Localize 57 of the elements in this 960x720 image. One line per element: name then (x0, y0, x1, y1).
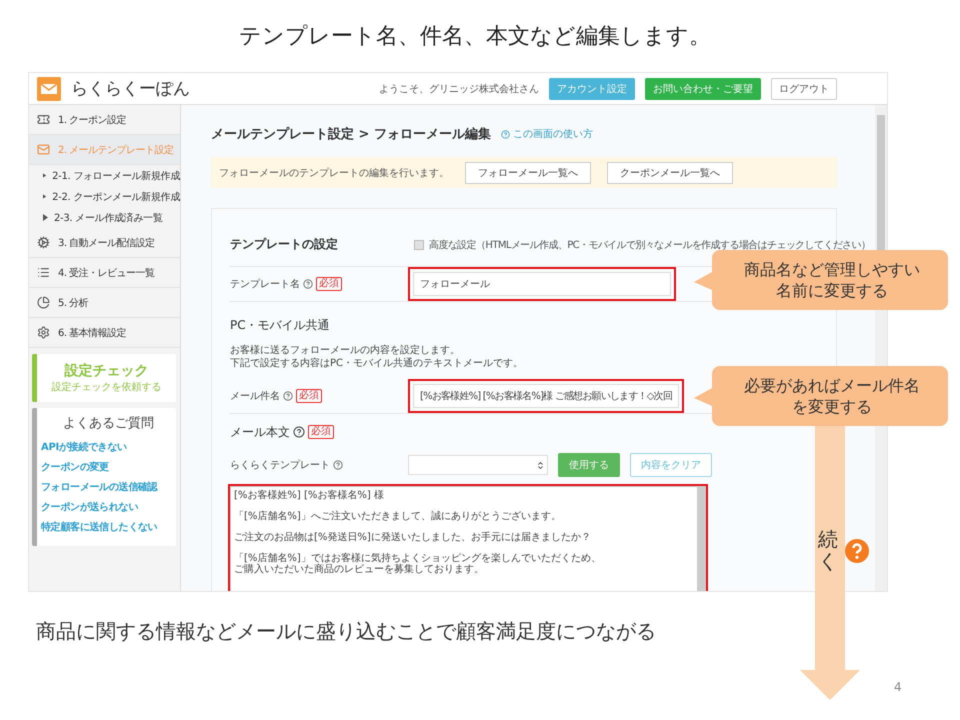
help-icon (333, 460, 343, 470)
logo-icon (37, 76, 61, 100)
mail-icon (37, 143, 50, 156)
sidebar-item[interactable]: 5. 分析 (29, 288, 180, 318)
notice-text: フォローメールのテンプレートの編集を行います。 (219, 166, 449, 180)
caret-icon (43, 214, 48, 221)
slide-caption: 商品に関する情報などメールに盛り込むことで顧客満足度につながる (35, 618, 657, 645)
checkbox-label: 高度な設定（HTMLメール作成、PC・モバイルで別々なメールを作成する場合はチェックしてください） (429, 238, 870, 252)
welcome-text: ようこそ、グリニッジ株式会社さん (379, 82, 539, 96)
description-text: 下記で設定する内容はPC・モバイル共通のテキストメールです。 (230, 357, 524, 370)
page-title: メールテンプレート設定 > フォローメール編集 (211, 126, 491, 143)
ticket-icon (37, 113, 50, 126)
template-select[interactable] (408, 455, 548, 475)
checkbox[interactable] (414, 240, 424, 250)
message-field[interactable]: [%お客様姓%] [%お客様名%] 様 「[%店舗名%]」へご注文いただきまして、誠にありがとうございます。 ご注文のお品物は[%発送日%]に発送いたしました、お手元には届きましたか？ 「[%店舗名%]」ではお客様に気持ちよくショッピングを楽しんでいただくため、 ご購入いただいた商品のレビューを募集しております。 (230, 486, 706, 591)
faq-title: よくあるご質問 (63, 415, 154, 432)
logo-text: らくらくーぽん (71, 78, 190, 100)
header-button[interactable]: ログアウト (771, 78, 837, 100)
field-label: テンプレート名 (230, 278, 300, 291)
pie-chart-icon (37, 296, 50, 309)
caret-icon (43, 193, 46, 200)
subject-field[interactable]: [%お客様姓%] [%お客様名%]様 ご感想お願いします！◇次回 (413, 384, 680, 408)
help-icon (283, 390, 293, 400)
required-tag: 必須 (316, 277, 342, 291)
help-icon[interactable] (845, 539, 869, 563)
settings-icon (37, 326, 50, 339)
help-icon (500, 130, 510, 138)
arrow-label: 続く (818, 528, 838, 572)
sidebar-item[interactable]: 6. 基本情報設定 (29, 318, 180, 348)
list-button[interactable]: クーポンメール一覧へ (607, 162, 733, 184)
callout-text: 必要があればメール件名 を変更する (743, 375, 921, 418)
help-icon (303, 279, 313, 289)
slide-title: テンプレート名、件名、本文など編集します。 (238, 23, 712, 51)
sidebar-subitem[interactable]: 2-2. クーポンメール新規作成 (29, 186, 180, 207)
list-button[interactable]: フォローメール一覧へ (465, 162, 591, 184)
section-title: テンプレートの設定 (230, 236, 338, 253)
caret-icon (43, 172, 46, 179)
list-icon (37, 266, 50, 279)
cog-icon (37, 236, 50, 249)
field-label: らくらくテンプレート (230, 458, 330, 472)
required-tag: 必須 (296, 388, 322, 402)
help-icon (293, 426, 305, 438)
caret-icon (536, 460, 545, 470)
page-number: 4 (894, 680, 902, 694)
callout-text: 商品名など管理しやすい 名前に変更する (743, 259, 921, 302)
field-label: メール件名 (230, 390, 280, 402)
sidebar-subitem[interactable]: 2-1. フォローメール新規作成 (29, 165, 180, 186)
sidebar-item[interactable]: 3. 自動メール配信設定 (29, 228, 180, 258)
sidebar-item[interactable]: 4. 受注・レビュー一覧 (29, 258, 180, 288)
section-title: PC・モバイル共通 (230, 318, 330, 332)
section-title: メール本文 (230, 424, 290, 440)
description-text: お客様に送るフォローメールの内容を設定します。 (230, 344, 461, 357)
sidebar-subitem[interactable]: 2-3. メール作成済み一覧 (29, 207, 180, 228)
card-title: 設定チェック (64, 362, 148, 380)
required-tag: 必須 (308, 425, 334, 439)
card-subtitle: 設定チェックを依頼する (52, 380, 162, 394)
template-name-field[interactable]: フォローメール (413, 272, 671, 296)
